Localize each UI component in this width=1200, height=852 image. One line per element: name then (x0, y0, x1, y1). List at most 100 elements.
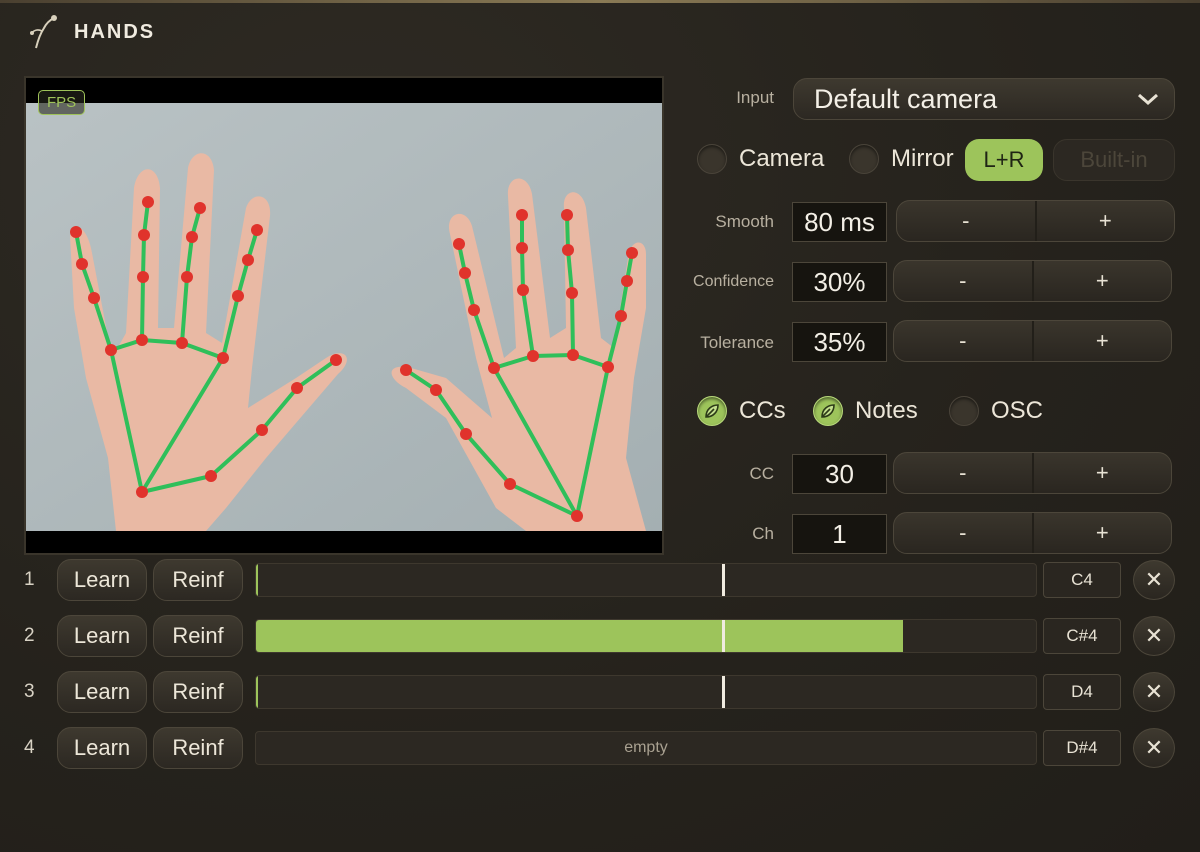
remove-slot-button[interactable]: ✕ (1133, 672, 1175, 712)
right-hand-landmark (571, 510, 583, 522)
learn-button[interactable]: Learn (57, 671, 147, 713)
notes-toggle-label: Notes (855, 397, 918, 424)
slot-note[interactable]: D4 (1043, 674, 1121, 710)
left-hand-bone (140, 275, 145, 342)
right-hand-landmark (488, 362, 500, 374)
learn-button[interactable]: Learn (57, 615, 147, 657)
confidence-minus-button[interactable]: - (894, 261, 1034, 301)
mirror-toggle-dot (849, 144, 879, 174)
slot-number: 2 (24, 625, 35, 646)
smooth-minus-button[interactable]: - (897, 201, 1037, 241)
slot-number: 4 (24, 737, 35, 758)
left-hand-landmark (88, 292, 100, 304)
cc-plus-button[interactable]: + (1034, 453, 1172, 493)
cc-minus-button[interactable]: - (894, 453, 1034, 493)
builtin-button[interactable]: Built-in (1053, 139, 1175, 181)
camera-toggle-label: Camera (739, 145, 825, 172)
notes-toggle[interactable]: Notes (813, 396, 918, 426)
input-label: Input (736, 88, 774, 107)
channel-minus-button[interactable]: - (894, 513, 1034, 553)
left-hand-landmark (76, 258, 88, 270)
slot-note[interactable]: C4 (1043, 562, 1121, 598)
smooth-value[interactable]: 80 ms (792, 202, 887, 242)
tolerance-plus-button[interactable]: + (1034, 321, 1172, 361)
right-hand-landmark (504, 478, 516, 490)
left-hand-landmark (291, 382, 303, 394)
confidence-label: Confidence (693, 273, 774, 290)
confidence-plus-button[interactable]: + (1034, 261, 1172, 301)
slot-note[interactable]: C#4 (1043, 618, 1121, 654)
reinforce-button[interactable]: Reinf (153, 559, 243, 601)
left-hand-landmark (330, 354, 342, 366)
slot-number: 3 (24, 681, 35, 702)
threshold-marker[interactable] (722, 676, 725, 708)
learn-button[interactable]: Learn (57, 559, 147, 601)
tolerance-label: Tolerance (700, 333, 774, 352)
right-hand-landmark (516, 209, 528, 221)
input-select[interactable]: Default camera (793, 78, 1175, 120)
notes-toggle-dot (813, 396, 843, 426)
right-hand-bone (531, 353, 575, 358)
camera-toggle-dot (697, 144, 727, 174)
leaf-icon (821, 404, 835, 418)
remove-slot-button[interactable]: ✕ (1133, 560, 1175, 600)
fps-badge[interactable]: FPS (38, 90, 86, 115)
slot-level-bar (255, 619, 1037, 653)
right-hand-landmark (527, 350, 539, 362)
slot-level-fill (256, 564, 259, 596)
left-hand-landmark (176, 337, 188, 349)
slot-level-fill (256, 620, 904, 652)
chevron-down-icon (1138, 93, 1158, 106)
left-hand-landmark (217, 352, 229, 364)
tolerance-value[interactable]: 35% (792, 322, 887, 362)
right-hand-landmark (430, 384, 442, 396)
reinforce-button[interactable]: Reinf (153, 671, 243, 713)
slot-level-fill (256, 676, 259, 708)
mirror-toggle-label: Mirror (891, 145, 954, 172)
osc-toggle-dot (949, 396, 979, 426)
learn-button[interactable]: Learn (57, 727, 147, 769)
left-hand-landmark (70, 226, 82, 238)
reinforce-button[interactable]: Reinf (153, 727, 243, 769)
ccs-toggle[interactable]: CCs (697, 396, 786, 426)
tolerance-minus-button[interactable]: - (894, 321, 1034, 361)
left-hand-landmark (186, 231, 198, 243)
right-hand-landmark (626, 247, 638, 259)
reinforce-button[interactable]: Reinf (153, 615, 243, 657)
mirror-toggle[interactable]: Mirror (849, 144, 954, 174)
channel-plus-button[interactable]: + (1034, 513, 1172, 553)
right-hand-landmark (615, 310, 627, 322)
threshold-marker[interactable] (722, 620, 725, 652)
threshold-marker[interactable] (722, 564, 725, 596)
slot-note[interactable]: D#4 (1043, 730, 1121, 766)
channel-value[interactable]: 1 (792, 514, 887, 554)
ccs-toggle-dot (697, 396, 727, 426)
left-hand-landmark (105, 344, 117, 356)
right-hand-landmark (459, 267, 471, 279)
confidence-value[interactable]: 30% (792, 262, 887, 302)
lr-button[interactable]: L+R (965, 139, 1043, 181)
slot-empty-text: empty (624, 739, 668, 756)
right-hand-landmark (517, 284, 529, 296)
left-hand-landmark (136, 334, 148, 346)
slot-row-1: 1 Learn Reinf C4 ✕ (0, 559, 1200, 603)
osc-toggle[interactable]: OSC (949, 396, 1043, 426)
camera-toggle[interactable]: Camera (697, 144, 824, 174)
right-hand-landmark (566, 287, 578, 299)
left-hand-landmark (205, 470, 217, 482)
smooth-plus-button[interactable]: + (1037, 201, 1175, 241)
channel-label: Ch (752, 524, 774, 543)
right-hand-landmark (468, 304, 480, 316)
ccs-toggle-label: CCs (739, 397, 786, 424)
app-title: HANDS (74, 20, 156, 43)
cc-value[interactable]: 30 (792, 454, 887, 494)
left-hand-landmark (194, 202, 206, 214)
left-hand-landmark (137, 271, 149, 283)
remove-slot-button[interactable]: ✕ (1133, 728, 1175, 768)
channel-stepper: - + (893, 512, 1172, 554)
remove-slot-button[interactable]: ✕ (1133, 616, 1175, 656)
left-hand-landmark (136, 486, 148, 498)
slot-row-3: 3 Learn Reinf D4 ✕ (0, 671, 1200, 715)
left-hand-landmark (242, 254, 254, 266)
hand-tracking-overlay (26, 78, 662, 553)
